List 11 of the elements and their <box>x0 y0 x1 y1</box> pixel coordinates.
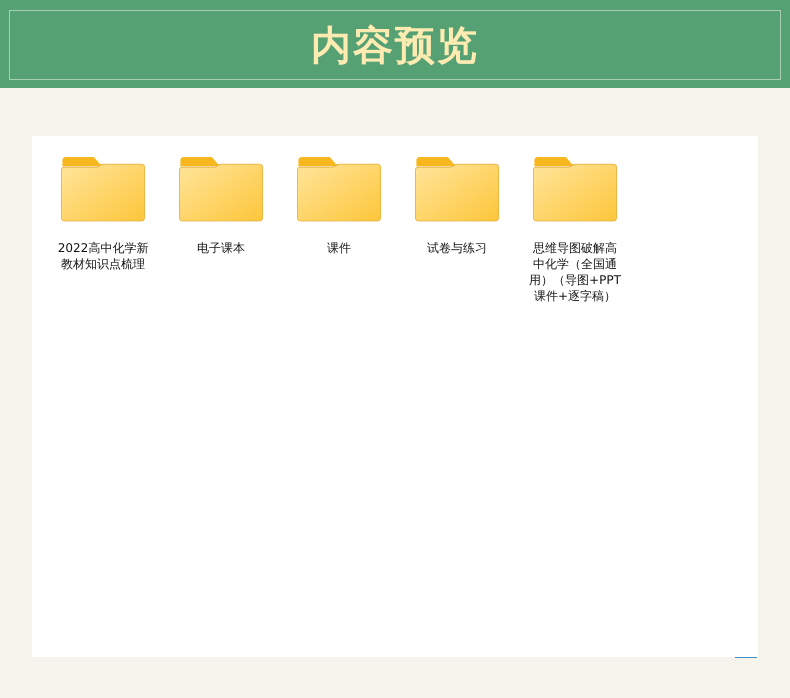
folder-icon <box>532 156 618 223</box>
folder-icon <box>414 156 500 223</box>
folder-icon <box>296 156 382 223</box>
folder-name[interactable]: 课件 <box>293 240 385 256</box>
folder-icon <box>178 156 264 223</box>
page-title: 内容预览 <box>311 20 479 70</box>
folder-name[interactable]: 思维导图破解高中化学（全国通用）（导图+PPT课件+逐字稿） <box>529 240 621 304</box>
folder-name[interactable]: 试卷与练习 <box>411 240 503 256</box>
folder-icon <box>60 156 146 223</box>
folder-name[interactable]: 2022高中化学新教材知识点梳理 <box>57 240 149 272</box>
folder-name[interactable]: 电子课本 <box>175 240 267 256</box>
